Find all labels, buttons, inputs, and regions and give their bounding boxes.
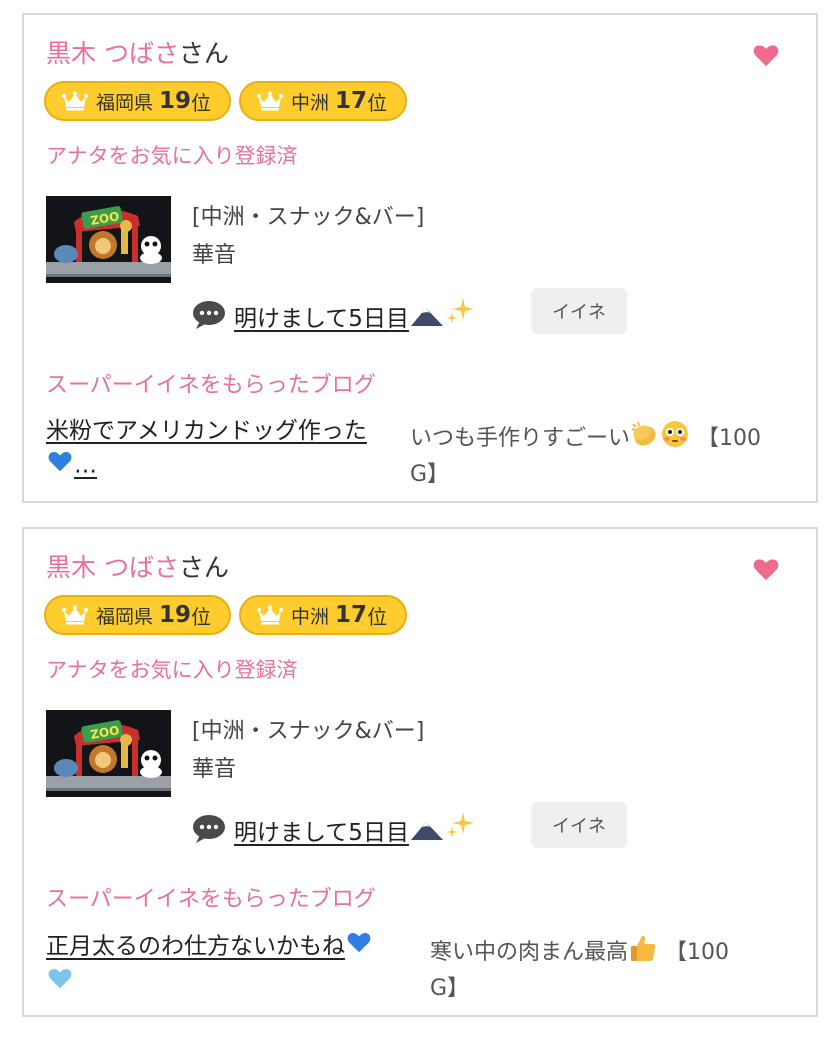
- shop-category: [中洲・スナック&バー]: [192, 719, 425, 744]
- rank-unit: 位: [367, 604, 388, 629]
- rank-number: 17: [335, 88, 368, 114]
- rank-badge-prefecture: 福岡県 19 位: [44, 81, 232, 121]
- post-title[interactable]: 明けまして5日目: [234, 296, 475, 333]
- like-button[interactable]: イイネ: [531, 288, 627, 334]
- shop-name[interactable]: 華音: [192, 237, 236, 269]
- post-title[interactable]: 明けまして5日目: [234, 810, 475, 847]
- rank-number: 19: [159, 602, 192, 628]
- user-name[interactable]: 黒木 つばさ: [46, 39, 179, 68]
- rank-badges: 福岡県 19 位 中洲 17 位: [44, 595, 408, 635]
- rank-number: 17: [335, 602, 368, 628]
- heart-icon[interactable]: [752, 555, 780, 583]
- speech-bubble-icon: [193, 814, 225, 843]
- rank-badges: 福岡県 19 位 中洲 17 位: [44, 81, 408, 121]
- user-name-line[interactable]: 黒木 つばささん: [46, 37, 229, 71]
- zoo-thumbnail[interactable]: ZOO: [46, 710, 171, 797]
- heart-icon[interactable]: [752, 41, 780, 69]
- speech-bubble-icon: [193, 300, 225, 329]
- user-name-line[interactable]: 黒木 つばささん: [46, 551, 229, 585]
- crown-icon: [62, 91, 88, 111]
- crown-icon: [257, 91, 284, 111]
- rank-badge-area: 中洲 17 位: [239, 595, 408, 635]
- rank-area: 中洲: [291, 91, 330, 114]
- super-like-label: スーパーイイネをもらったブログ: [46, 887, 376, 912]
- user-name[interactable]: 黒木 つばさ: [46, 553, 179, 582]
- favorite-card: 黒木 つばささん 福岡県 19 位 中洲 17 位 アナタをお気に入り登録済 Z…: [22, 13, 818, 503]
- rank-area: 福岡県: [96, 605, 154, 628]
- user-name-suffix: さん: [178, 553, 229, 582]
- rank-unit: 位: [367, 90, 388, 115]
- clapping-hands-emoji: [630, 420, 660, 458]
- rank-area: 中洲: [291, 605, 330, 628]
- blog-comment: 寒い中の肉まん最高 【100 G】: [430, 933, 796, 1005]
- blog-link[interactable]: 米粉でアメリカンドッグ作った …: [46, 415, 398, 484]
- latest-post[interactable]: 明けまして5日目: [192, 296, 475, 333]
- rank-unit: 位: [191, 604, 212, 629]
- crown-icon: [62, 605, 88, 625]
- rank-unit: 位: [191, 90, 212, 115]
- rank-area: 福岡県: [96, 91, 154, 114]
- thumbs-up-emoji: [628, 933, 658, 973]
- shop-name[interactable]: 華音: [192, 751, 236, 783]
- blue-heart-emoji: [46, 448, 74, 484]
- like-button[interactable]: イイネ: [531, 802, 627, 848]
- blog-link[interactable]: 正月太るのわ仕方ないかもね: [46, 929, 408, 1001]
- mountain-sparkle-emoji: [410, 810, 475, 840]
- latest-post[interactable]: 明けまして5日目: [192, 810, 475, 847]
- mountain-sparkle-emoji: [410, 296, 475, 326]
- shop-category: [中洲・スナック&バー]: [192, 205, 425, 230]
- rank-badge-area: 中洲 17 位: [239, 81, 408, 121]
- favorite-status: アナタをお気に入り登録済: [46, 658, 298, 682]
- favorite-card: 黒木 つばささん 福岡県 19 位 中洲 17 位 アナタをお気に入り登録済 Z…: [22, 527, 818, 1017]
- flushed-face-emoji: [660, 419, 690, 459]
- blog-comment: いつも手作りすごーい 【100 G】: [410, 419, 796, 491]
- rank-badge-prefecture: 福岡県 19 位: [44, 595, 232, 635]
- favorite-status: アナタをお気に入り登録済: [46, 144, 298, 168]
- light-blue-heart-emoji: [46, 965, 74, 1001]
- rank-number: 19: [159, 88, 192, 114]
- crown-icon: [257, 605, 284, 625]
- blue-heart-emoji: [345, 929, 373, 965]
- user-name-suffix: さん: [178, 39, 229, 68]
- super-like-label: スーパーイイネをもらったブログ: [46, 373, 376, 398]
- zoo-thumbnail[interactable]: ZOO: [46, 196, 171, 283]
